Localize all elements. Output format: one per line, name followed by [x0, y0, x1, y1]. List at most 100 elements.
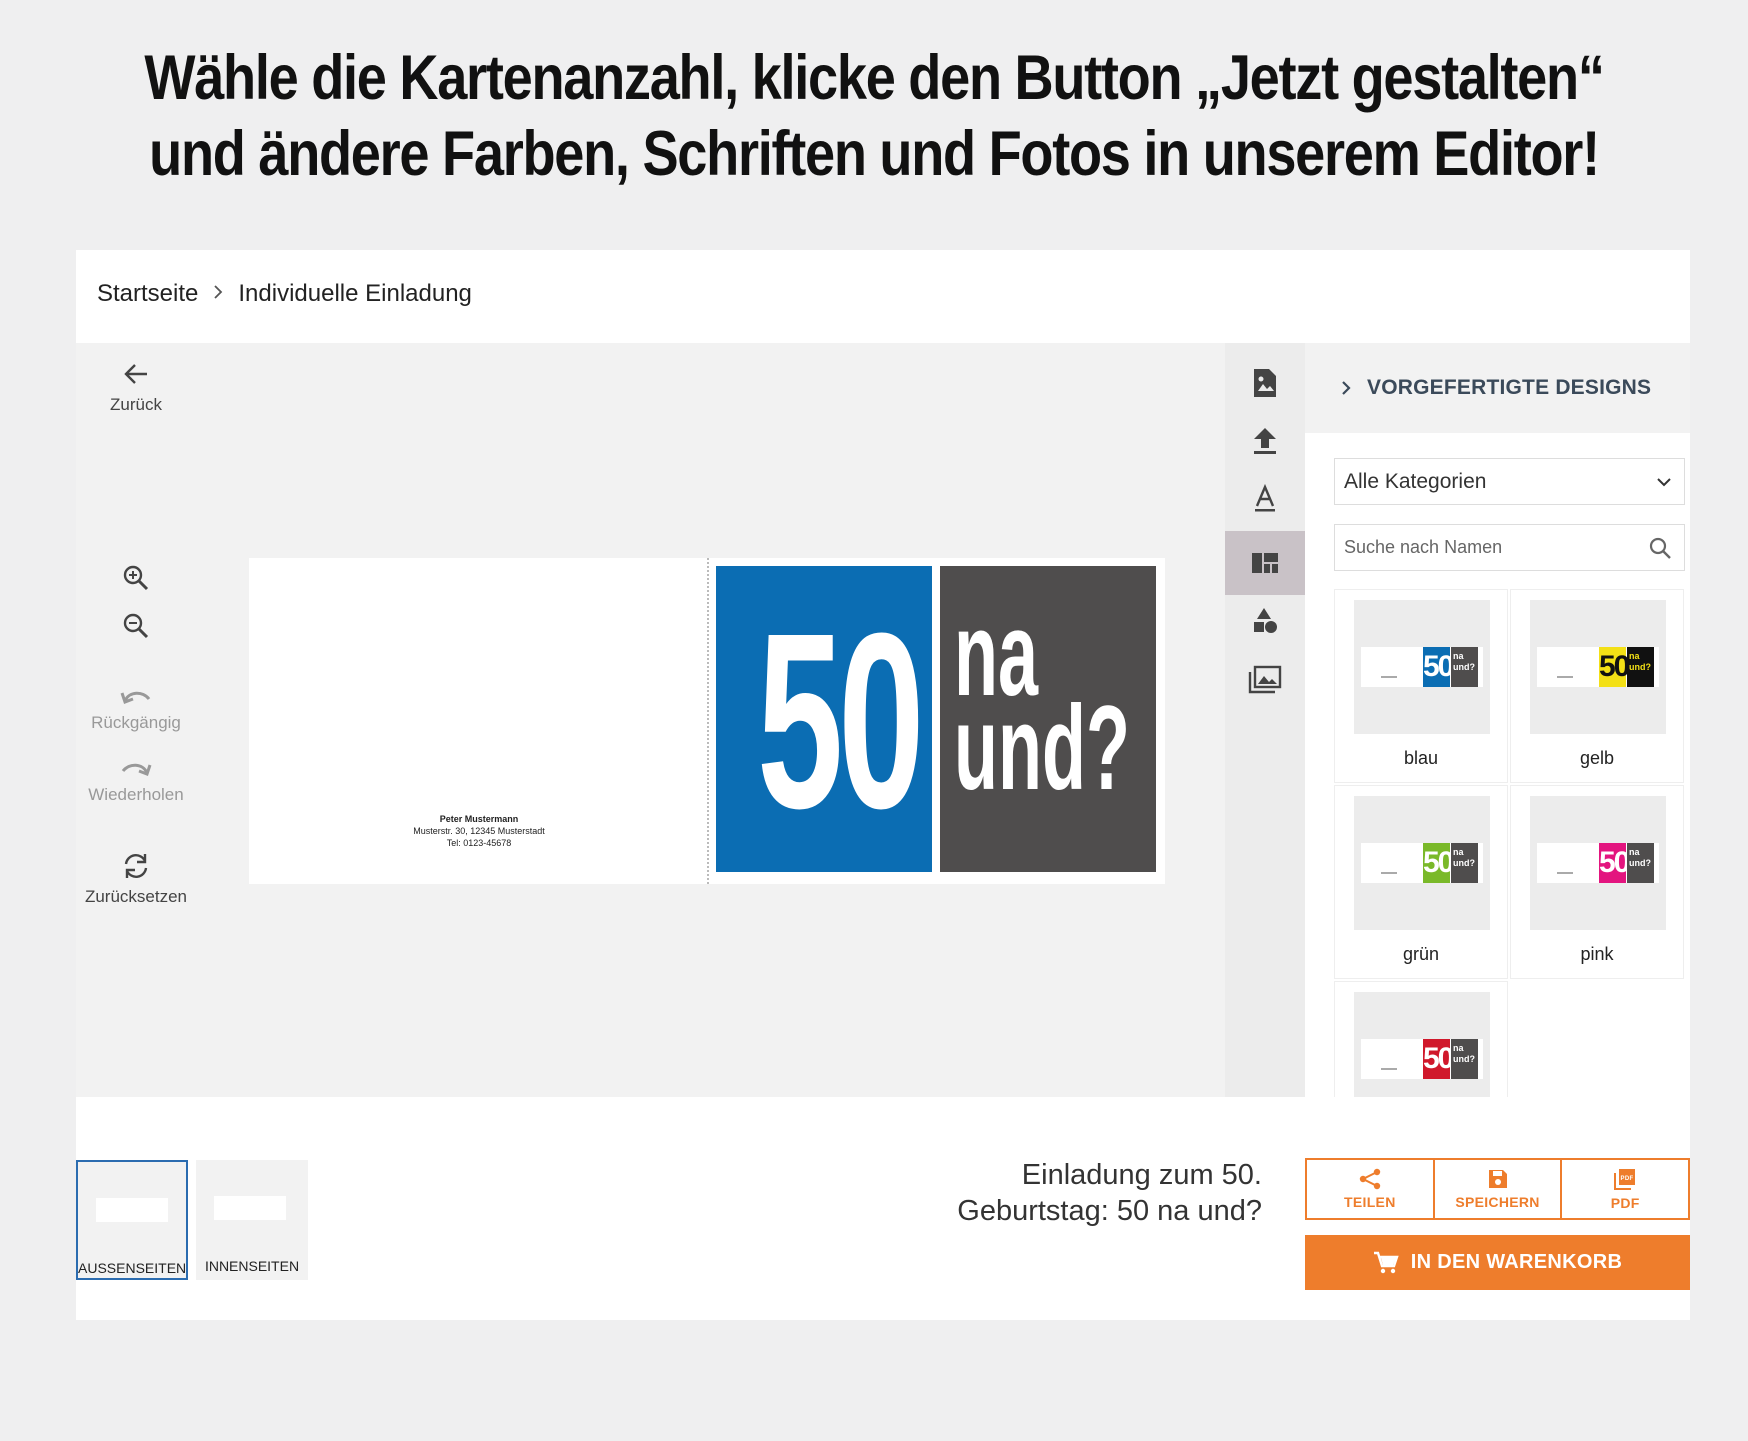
upload-icon — [1254, 428, 1276, 454]
breadcrumb-current: Individuelle Einladung — [238, 280, 472, 307]
back-button[interactable]: Zurück — [76, 359, 196, 415]
search-icon[interactable] — [1648, 536, 1672, 560]
share-button[interactable]: TEILEN — [1305, 1158, 1433, 1220]
category-select-value: Alle Kategorien — [1344, 469, 1487, 493]
category-select[interactable]: Alle Kategorien — [1334, 458, 1685, 505]
mini-text: na und? — [1451, 647, 1478, 687]
inner-page-thumbnail — [214, 1196, 286, 1220]
reset-label: Zurücksetzen — [84, 887, 188, 906]
tab-inner-pages[interactable]: INNENSEITEN — [196, 1160, 308, 1280]
mini-number: 50 — [1423, 1039, 1454, 1079]
design-label: pink — [1580, 944, 1614, 964]
upload-button[interactable] — [1225, 409, 1305, 473]
canvas-area: Zurück Rückgängig Wiederholen Zurücksetz… — [76, 343, 1225, 1097]
card-number-block[interactable]: 50 — [716, 566, 932, 872]
chevron-right-icon — [1342, 381, 1351, 395]
share-icon — [1359, 1168, 1381, 1190]
design-mini-card: 50 na und? — [1537, 647, 1659, 687]
redo-button[interactable]: Wiederholen — [76, 757, 196, 805]
design-label: gelb — [1579, 748, 1615, 768]
tab-outer-pages-label: AUSSENSEITEN — [78, 1260, 187, 1276]
layout-icon — [1252, 553, 1278, 573]
pdf-icon: PDF — [1614, 1169, 1636, 1190]
add-to-cart-label: IN DEN WARENKORB — [1410, 1251, 1623, 1273]
mini-text: na und? — [1627, 843, 1654, 883]
breadcrumb-home-link[interactable]: Startseite — [97, 280, 198, 308]
mini-text: na und? — [1451, 843, 1478, 883]
mini-address-line — [1381, 1068, 1397, 1070]
address-phone: Tel: 0123-45678 — [446, 838, 512, 848]
reset-button[interactable]: Zurücksetzen — [76, 851, 196, 907]
design-search-input[interactable] — [1344, 537, 1624, 558]
design-thumbnail: 50 na und? — [1354, 796, 1490, 930]
card-address[interactable]: Peter Mustermann Musterstr. 30, 12345 Mu… — [349, 813, 609, 849]
design-mini-card: 50 na und? — [1537, 843, 1659, 883]
mini-text: na und? — [1627, 647, 1654, 687]
share-label: TEILEN — [1344, 1194, 1396, 1210]
cart-icon — [1373, 1251, 1399, 1273]
zoom-out-button[interactable] — [76, 611, 196, 647]
add-to-cart-button[interactable]: IN DEN WARENKORB — [1305, 1235, 1690, 1290]
undo-button[interactable]: Rückgängig — [76, 685, 196, 733]
zoom-out-icon — [123, 613, 149, 639]
tool-icon-bar — [1225, 343, 1305, 1097]
card-text-block[interactable]: na und? — [940, 566, 1156, 872]
design-tile[interactable]: 50 na und? pink — [1510, 785, 1684, 979]
address-name: Peter Mustermann — [439, 814, 519, 824]
editor-app: Startseite Individuelle Einladung Zurück… — [76, 250, 1691, 1320]
breadcrumb: Startseite Individuelle Einladung — [97, 280, 472, 308]
design-tile[interactable]: 50 na und? gelb — [1510, 589, 1684, 783]
mini-number: 50 — [1423, 843, 1454, 883]
address-street: Musterstr. 30, 12345 Musterstadt — [413, 826, 545, 836]
redo-label: Wiederholen — [88, 785, 184, 804]
design-mini-card: 50 na und? — [1361, 647, 1483, 687]
save-label: SPEICHERN — [1455, 1194, 1540, 1210]
page-headline: Wähle die Kartenanzahl, klicke den Butto… — [0, 40, 1748, 192]
mini-address-line — [1381, 676, 1397, 678]
gallery-tool-button[interactable] — [1225, 647, 1305, 711]
designs-panel-header[interactable]: VORGEFERTIGTE DESIGNS — [1305, 343, 1690, 433]
image-tool-button[interactable] — [1225, 351, 1305, 415]
shapes-tool-button[interactable] — [1225, 589, 1305, 653]
layout-tool-button[interactable] — [1225, 531, 1305, 595]
tab-inner-pages-label: INNENSEITEN — [204, 1258, 300, 1274]
shapes-icon — [1254, 608, 1277, 633]
zoom-in-button[interactable] — [76, 563, 196, 599]
tab-outer-pages[interactable]: AUSSENSEITEN — [76, 1160, 188, 1280]
design-tile[interactable]: 50 na und? blau — [1334, 589, 1508, 783]
pdf-label: PDF — [1610, 1195, 1640, 1211]
mini-address-line — [1557, 872, 1573, 874]
design-tile[interactable]: 50 na und? — [1334, 981, 1508, 1097]
design-search — [1334, 524, 1685, 571]
text-tool-button[interactable] — [1225, 467, 1305, 531]
design-label: blau — [1403, 748, 1439, 768]
photo-library-icon — [1248, 665, 1282, 694]
design-thumbnail: 50 na und? — [1530, 796, 1666, 930]
card-preview[interactable]: Peter Mustermann Musterstr. 30, 12345 Mu… — [249, 558, 1165, 884]
undo-label: Rückgängig — [91, 713, 181, 732]
arrow-left-icon — [124, 364, 147, 384]
redo-icon — [121, 763, 152, 776]
designs-panel: VORGEFERTIGTE DESIGNS Alle Kategorien 50… — [1305, 343, 1690, 1097]
zoom-in-icon — [123, 565, 149, 591]
mini-number: 50 — [1599, 647, 1630, 687]
breadcrumb-chevron-icon — [212, 283, 224, 306]
mini-number: 50 — [1599, 843, 1630, 883]
reset-icon — [124, 854, 148, 878]
card-big-number: 50 — [757, 581, 924, 860]
pdf-button[interactable]: PDF PDF — [1560, 1158, 1691, 1220]
back-label: Zurück — [110, 395, 162, 414]
design-tile[interactable]: 50 na und? grün — [1334, 785, 1508, 979]
mini-address-line — [1557, 676, 1573, 678]
image-file-icon — [1254, 369, 1276, 397]
save-button[interactable]: SPEICHERN — [1432, 1158, 1561, 1220]
svg-text:PDF: PDF — [1621, 1176, 1634, 1182]
designs-panel-title: VORGEFERTIGTE DESIGNS — [1367, 376, 1652, 399]
undo-icon — [120, 691, 151, 704]
design-thumbnail: 50 na und? — [1530, 600, 1666, 734]
mini-address-line — [1381, 872, 1397, 874]
chevron-down-icon — [1657, 477, 1671, 486]
outer-page-thumbnail — [96, 1198, 168, 1222]
mini-text: na und? — [1451, 1039, 1478, 1079]
product-title-line-1: Einladung zum 50. — [1021, 1159, 1262, 1191]
